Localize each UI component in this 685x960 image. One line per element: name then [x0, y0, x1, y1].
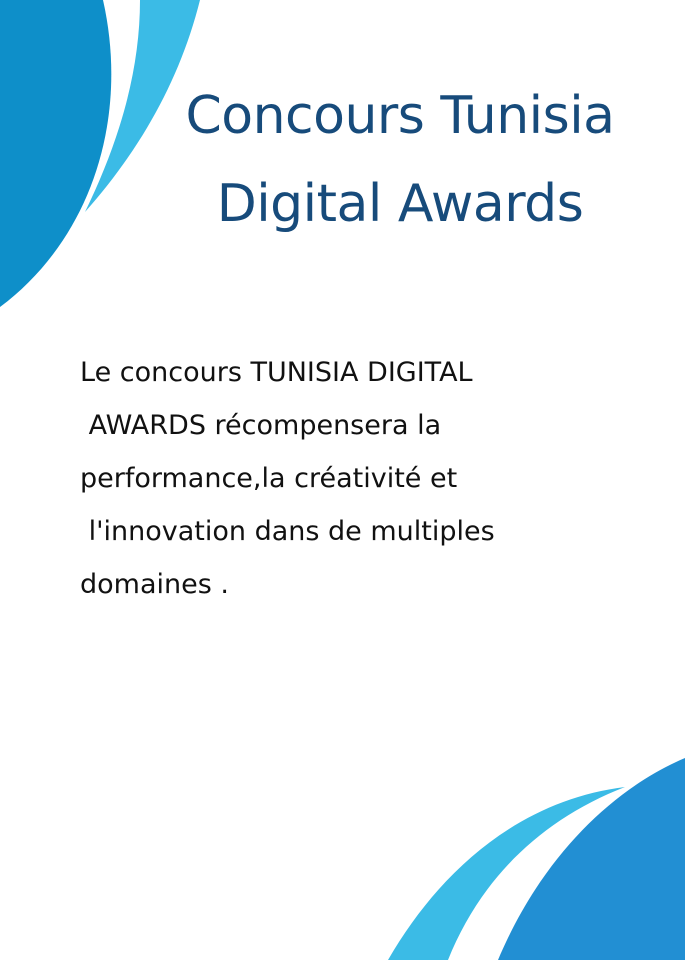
description-line-5: domaines .: [80, 569, 229, 600]
description-line-4: l'innovation dans de multiples: [80, 516, 495, 547]
bottom-right-dark-shape: [498, 758, 685, 960]
description-line-2: AWARDS récompensera la: [80, 410, 442, 441]
description-text: Le concours TUNISIA DIGITAL AWARDS récom…: [80, 346, 660, 611]
description-line-1: Le concours TUNISIA DIGITAL: [80, 357, 473, 388]
page-title: Concours Tunisia Digital Awards: [120, 72, 680, 248]
top-left-dark-shape: [0, 0, 112, 307]
description-line-3: performance,la créativité et: [80, 463, 458, 494]
title-line-2: Digital Awards: [216, 174, 584, 234]
title-line-1: Concours Tunisia: [185, 86, 615, 146]
